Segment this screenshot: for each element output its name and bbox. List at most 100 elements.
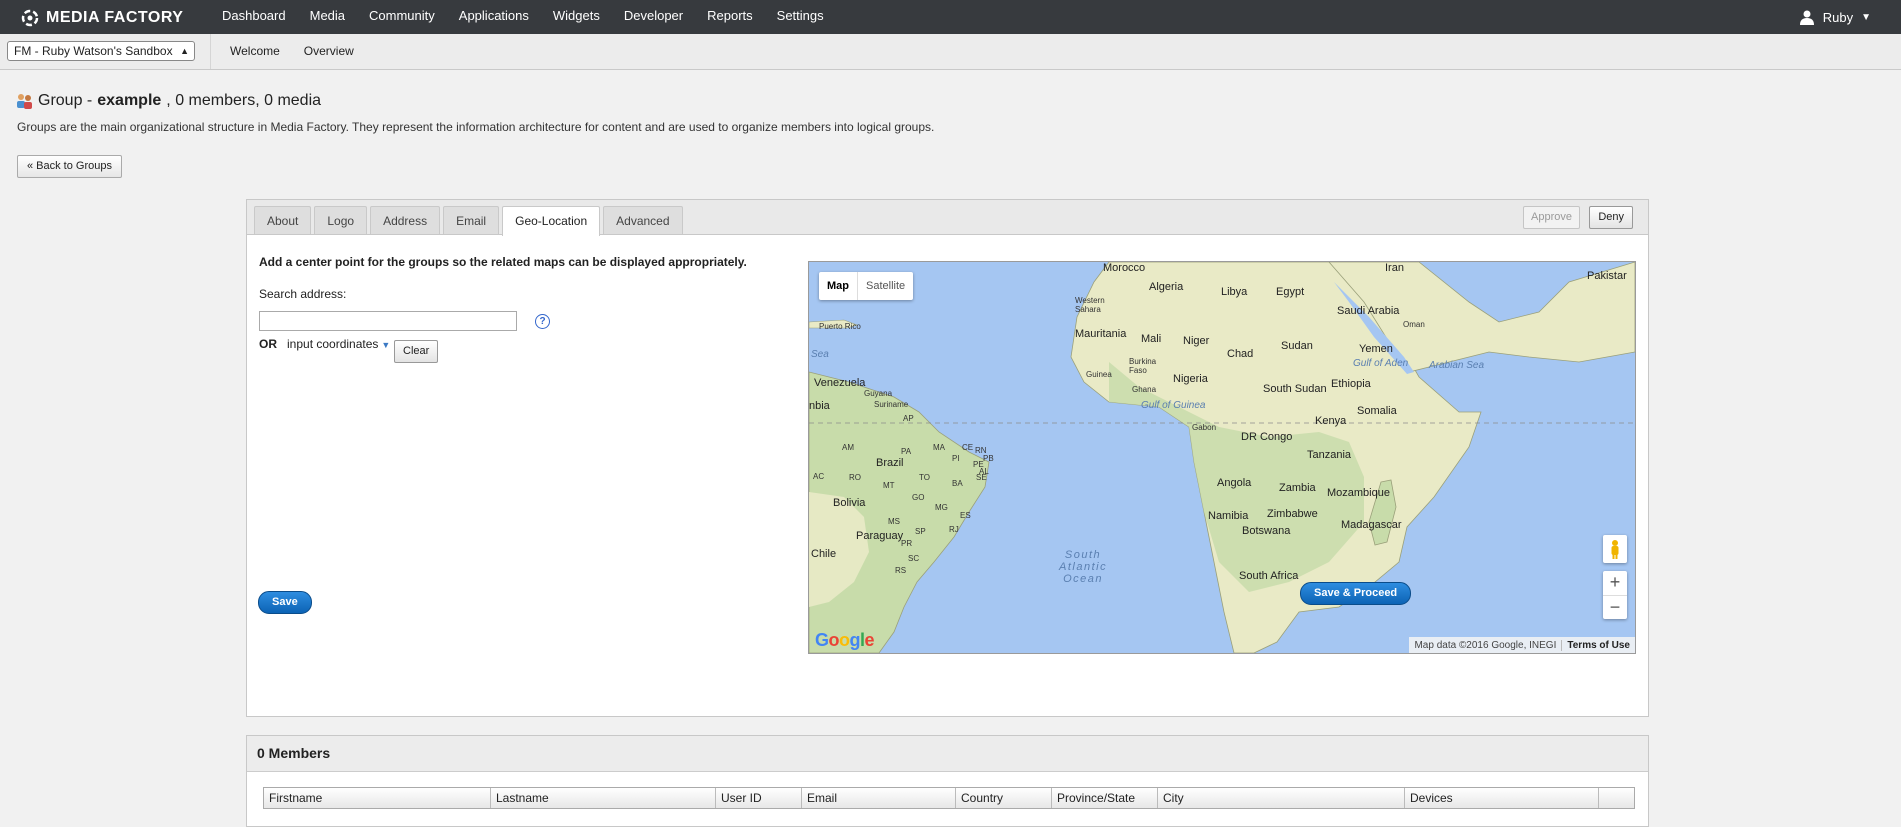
geo-instructions: Add a center point for the groups so the… <box>259 255 747 269</box>
zoom-out-button[interactable]: − <box>1603 596 1627 620</box>
user-name: Ruby <box>1822 9 1854 25</box>
map-land-shapes <box>809 262 1635 653</box>
map-label: AC <box>813 472 825 481</box>
sandbox-select[interactable]: FM - Ruby Watson's Sandbox ▲ <box>7 41 195 61</box>
select-arrows-icon: ▲ <box>180 46 189 56</box>
col-firstname[interactable]: Firstname <box>264 788 491 808</box>
group-edit-panel: About Logo Address Email Geo-Location Ad… <box>246 199 1649 717</box>
google-logo[interactable]: Google <box>815 630 875 651</box>
google-map[interactable]: Morocco Algeria Libya Egypt Iran Pakista… <box>808 261 1636 654</box>
subnav-overview[interactable]: Overview <box>292 34 366 69</box>
map-label: PB <box>983 454 994 463</box>
map-label: PI <box>952 454 960 463</box>
save-button[interactable]: Save <box>258 591 312 614</box>
chevron-down-icon: ▼ <box>1861 11 1871 23</box>
tab-about[interactable]: About <box>254 206 312 234</box>
subnav-welcome[interactable]: Welcome <box>218 34 292 69</box>
main-nav: Dashboard Media Community Applications W… <box>210 0 836 34</box>
nav-community[interactable]: Community <box>357 0 447 34</box>
map-label: Angola <box>1217 477 1252 489</box>
map-label: Libya <box>1221 286 1248 298</box>
user-menu[interactable]: Ruby ▼ <box>1799 0 1871 34</box>
media-factory-logo[interactable]: MEDIA FACTORY <box>20 8 183 28</box>
map-label: Gulf of Aden <box>1353 358 1409 369</box>
col-actions <box>1599 788 1632 808</box>
search-address-label: Search address: <box>259 287 347 301</box>
input-coordinates-toggle[interactable]: input coordinates ▼ <box>287 337 390 351</box>
col-devices[interactable]: Devices <box>1405 788 1599 808</box>
nav-applications[interactable]: Applications <box>447 0 541 34</box>
back-to-groups-button[interactable]: « Back to Groups <box>17 155 122 178</box>
col-lastname[interactable]: Lastname <box>491 788 716 808</box>
map-label: Bolivia <box>833 497 866 509</box>
clear-button[interactable]: Clear <box>394 340 439 363</box>
col-country[interactable]: Country <box>956 788 1052 808</box>
map-label: South Sudan <box>1263 383 1327 395</box>
map-attribution: Map data ©2016 Google, INEGI Terms of Us… <box>1409 637 1635 653</box>
col-province-state[interactable]: Province/State <box>1052 788 1158 808</box>
nav-widgets[interactable]: Widgets <box>541 0 612 34</box>
nav-settings[interactable]: Settings <box>765 0 836 34</box>
save-and-proceed-button[interactable]: Save & Proceed <box>1300 582 1412 605</box>
nav-reports[interactable]: Reports <box>695 0 765 34</box>
map-label: Ghana <box>1132 385 1157 394</box>
map-type-map-button[interactable]: Map <box>819 272 858 300</box>
terms-of-use-link[interactable]: Terms of Use <box>1561 639 1635 651</box>
map-label: Zimbabwe <box>1267 508 1318 520</box>
map-type-control: Map Satellite <box>819 272 914 300</box>
map-label: Oman <box>1403 320 1425 329</box>
tab-email[interactable]: Email <box>443 206 500 234</box>
map-label: Burkina Faso <box>1129 357 1157 375</box>
map-label: Sudan <box>1281 340 1313 352</box>
tab-logo[interactable]: Logo <box>314 206 368 234</box>
map-label: Gulf of Guinea <box>1141 400 1206 411</box>
col-city[interactable]: City <box>1158 788 1405 808</box>
nav-developer[interactable]: Developer <box>612 0 695 34</box>
col-user-id[interactable]: User ID <box>716 788 802 808</box>
map-label: Morocco <box>1103 262 1146 274</box>
map-label: AM <box>842 443 854 452</box>
map-label: Pakistar <box>1587 270 1627 282</box>
map-label: Niger <box>1183 335 1210 347</box>
nav-dashboard[interactable]: Dashboard <box>210 0 298 34</box>
map-label: Puerto Rico <box>819 322 861 331</box>
map-label: Botswana <box>1242 525 1291 537</box>
map-label: SE <box>976 473 987 482</box>
zoom-in-button[interactable]: + <box>1603 571 1627 595</box>
tab-geo-location[interactable]: Geo-Location <box>502 206 601 236</box>
map-label: SC <box>908 554 920 563</box>
caret-down-icon: ▼ <box>381 340 391 350</box>
map-label: GO <box>912 493 925 502</box>
map-label: CE <box>962 443 974 452</box>
map-label: Namibia <box>1208 510 1249 522</box>
tab-advanced[interactable]: Advanced <box>603 206 683 234</box>
help-icon[interactable]: ? <box>535 314 550 329</box>
top-navbar: MEDIA FACTORY Dashboard Media Community … <box>0 0 1901 35</box>
map-label: Chile <box>811 548 837 560</box>
map-label: Western Sahara <box>1075 296 1105 314</box>
col-email[interactable]: Email <box>802 788 956 808</box>
deny-button[interactable]: Deny <box>1589 206 1633 229</box>
tabs: About Logo Address Email Geo-Location Ad… <box>254 206 683 236</box>
map-label: TO <box>919 473 930 482</box>
map-label: PR <box>901 539 913 548</box>
sub-navbar: FM - Ruby Watson's Sandbox ▲ Welcome Ove… <box>0 34 1901 70</box>
tab-address[interactable]: Address <box>370 206 441 234</box>
nav-media[interactable]: Media <box>298 0 357 34</box>
or-label: OR <box>259 337 277 351</box>
map-label: Egypt <box>1276 286 1305 298</box>
search-address-input[interactable] <box>259 311 517 331</box>
approve-button[interactable]: Approve <box>1523 206 1580 229</box>
map-type-satellite-button[interactable]: Satellite <box>858 272 913 300</box>
map-label: Nigeria <box>1173 373 1208 385</box>
street-view-pegman-icon[interactable] <box>1603 535 1627 563</box>
page-description: Groups are the main organizational struc… <box>17 120 935 134</box>
map-label: Guyana <box>864 389 893 398</box>
map-label: Venezuela <box>814 377 866 389</box>
map-label: ES <box>960 511 971 520</box>
sub-nav: Welcome Overview <box>218 34 366 69</box>
map-label: MT <box>883 481 895 490</box>
map-label: Chad <box>1227 348 1254 360</box>
map-label: Saudi Arabia <box>1337 305 1400 317</box>
map-label: RJ <box>949 525 959 534</box>
